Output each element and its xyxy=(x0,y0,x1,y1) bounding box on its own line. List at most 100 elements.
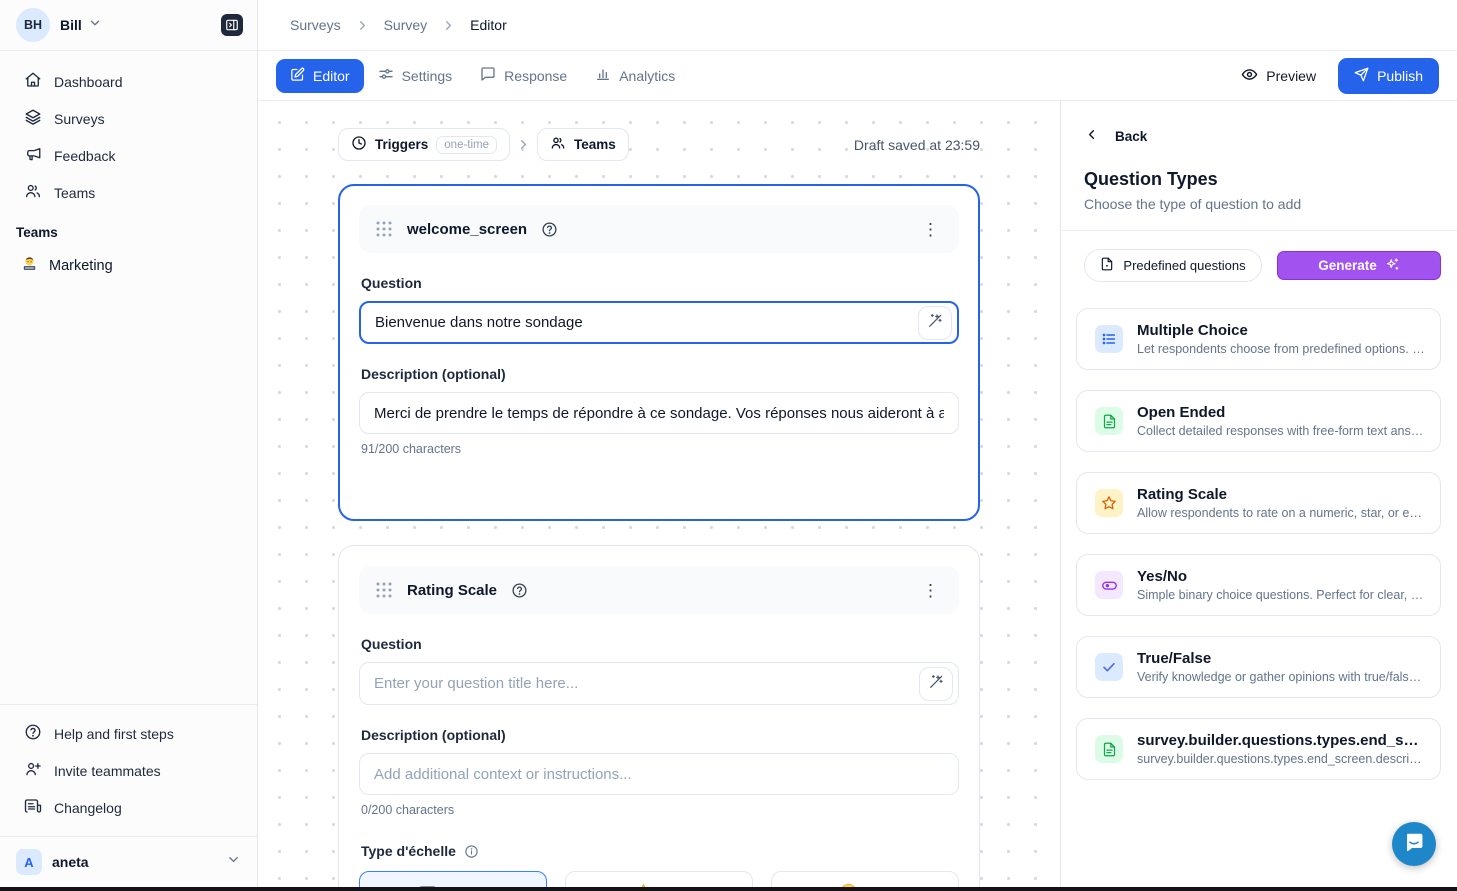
tab-editor[interactable]: Editor xyxy=(276,59,364,93)
card-menu-icon[interactable]: ⋮ xyxy=(918,221,943,238)
ai-rewrite-button[interactable] xyxy=(919,667,953,701)
sidebar-item-changelog[interactable]: Changelog xyxy=(0,789,257,826)
question-type-description: Simple binary choice questions. Perfect … xyxy=(1137,588,1426,602)
breadcrumb-editor: Editor xyxy=(470,17,507,33)
sidebar-item-surveys[interactable]: Surveys xyxy=(0,100,257,137)
canvas-meta-row: Triggers one-time Teams Draft saved at 2… xyxy=(338,128,980,161)
teams-section-header: Teams xyxy=(0,211,257,246)
sidebar-item-team-marketing[interactable]: Marketing xyxy=(0,246,257,285)
question-card-rating-scale[interactable]: Rating Scale ⋮ Question Enter your quest… xyxy=(338,545,980,891)
sidebar-item-feedback[interactable]: Feedback xyxy=(0,137,257,174)
message-icon xyxy=(480,66,496,85)
users-icon xyxy=(24,182,42,203)
toggle-icon xyxy=(1095,571,1123,599)
sliders-icon xyxy=(378,66,394,85)
tab-label: Editor xyxy=(313,68,350,84)
predefined-questions-button[interactable]: Predefined questions xyxy=(1084,249,1262,282)
question-card-header: Rating Scale ⋮ xyxy=(359,566,959,614)
eye-icon xyxy=(1241,66,1258,86)
preview-label: Preview xyxy=(1266,68,1316,84)
question-type-true-false[interactable]: True/False Verify knowledge or gather op… xyxy=(1076,636,1441,698)
teams-chip[interactable]: Teams xyxy=(537,128,629,161)
clock-icon xyxy=(351,135,367,154)
sidebar-nav: Dashboard Surveys Feedback Teams xyxy=(0,51,257,211)
newspaper-icon xyxy=(24,797,42,818)
survey-editor-app: BH Bill Dashboard Surveys Feedback xyxy=(0,0,1457,891)
drag-handle-icon[interactable] xyxy=(375,581,393,599)
question-title-input[interactable]: Bienvenue dans notre sondage xyxy=(359,301,959,344)
question-type-end-screen[interactable]: survey.builder.questions.types.end_scr..… xyxy=(1076,718,1441,780)
team-item-label: Marketing xyxy=(49,258,113,274)
card-menu-icon[interactable]: ⋮ xyxy=(918,582,943,599)
sidebar-item-label: Feedback xyxy=(54,148,115,164)
tab-analytics[interactable]: Analytics xyxy=(581,58,689,93)
list-icon xyxy=(1095,325,1123,353)
teams-chip-label: Teams xyxy=(574,137,616,152)
description-input[interactable]: Add additional context or instructions..… xyxy=(359,753,959,795)
breadcrumb-surveys[interactable]: Surveys xyxy=(290,17,341,33)
sidebar-item-label: Changelog xyxy=(54,800,122,816)
question-type-open-ended[interactable]: Open Ended Collect detailed responses wi… xyxy=(1076,390,1441,452)
home-icon xyxy=(24,71,42,92)
sidebar-item-label: Teams xyxy=(54,185,95,201)
drag-handle-icon[interactable] xyxy=(375,220,393,238)
preview-button[interactable]: Preview xyxy=(1229,58,1328,94)
question-type-description: Let respondents choose from predefined o… xyxy=(1137,342,1426,356)
sidebar-item-label: Invite teammates xyxy=(54,763,161,779)
chat-launcher-button[interactable] xyxy=(1392,822,1436,866)
publish-button[interactable]: Publish xyxy=(1338,58,1439,94)
sidebar-footer-nav: Help and first steps Invite teammates Ch… xyxy=(0,705,257,836)
sidebar-item-help[interactable]: Help and first steps xyxy=(0,715,257,752)
question-type-rating-scale[interactable]: Rating Scale Allow respondents to rate o… xyxy=(1076,472,1441,534)
question-type-multiple-choice[interactable]: Multiple Choice Let respondents choose f… xyxy=(1076,308,1441,370)
back-label: Back xyxy=(1115,129,1147,144)
question-type-name: True/False xyxy=(1137,650,1426,667)
sidebar-spacer xyxy=(0,285,257,704)
sidebar-item-label: Help and first steps xyxy=(54,726,174,742)
generate-button[interactable]: Generate xyxy=(1277,251,1441,280)
question-type-description: Allow respondents to rate on a numeric, … xyxy=(1137,506,1426,520)
question-title-input[interactable]: Enter your question title here... xyxy=(359,662,959,705)
question-card-welcome-screen[interactable]: welcome_screen ⋮ Question Bienvenue dans… xyxy=(338,184,980,521)
panel-actions: Predefined questions Generate xyxy=(1061,231,1457,282)
help-circle-icon[interactable] xyxy=(541,221,558,238)
breadcrumb-survey[interactable]: Survey xyxy=(384,17,428,33)
help-circle-icon xyxy=(24,723,42,744)
description-input[interactable]: Merci de prendre le temps de répondre à … xyxy=(359,392,959,434)
sidebar-item-invite[interactable]: Invite teammates xyxy=(0,752,257,789)
sidebar-item-dashboard[interactable]: Dashboard xyxy=(0,63,257,100)
question-type-description: Collect detailed responses with free-for… xyxy=(1137,424,1426,438)
tab-response[interactable]: Response xyxy=(466,58,581,93)
layers-icon xyxy=(24,108,42,129)
tab-settings[interactable]: Settings xyxy=(364,58,467,93)
users-icon xyxy=(550,135,566,154)
sidebar-item-teams[interactable]: Teams xyxy=(0,174,257,211)
question-field-label: Question xyxy=(361,275,957,291)
question-title-value: Bienvenue dans notre sondage xyxy=(375,314,583,331)
document-icon xyxy=(1095,735,1123,763)
back-button[interactable]: Back xyxy=(1061,101,1457,145)
magic-wand-icon xyxy=(928,674,944,693)
ai-rewrite-button[interactable] xyxy=(918,306,952,340)
publish-label: Publish xyxy=(1377,68,1423,84)
question-type-name: Multiple Choice xyxy=(1137,322,1426,339)
generate-label: Generate xyxy=(1318,258,1377,273)
check-icon xyxy=(1095,653,1123,681)
question-type-yes-no[interactable]: Yes/No Simple binary choice questions. P… xyxy=(1076,554,1441,616)
question-type-name: survey.builder.questions.types.end_scr..… xyxy=(1137,732,1426,749)
breadcrumb: Surveys Survey Editor xyxy=(258,0,1457,51)
workspace-name: Bill xyxy=(60,17,82,33)
triggers-chip-label: Triggers xyxy=(375,137,428,152)
account-menu[interactable]: A aneta xyxy=(0,837,257,891)
collapse-sidebar-button[interactable] xyxy=(221,14,243,36)
document-icon xyxy=(1095,407,1123,435)
megaphone-icon xyxy=(24,145,42,166)
chevron-right-icon xyxy=(355,18,370,33)
predefined-questions-label: Predefined questions xyxy=(1123,258,1245,273)
question-type-list: Multiple Choice Let respondents choose f… xyxy=(1061,282,1457,780)
star-icon xyxy=(1095,489,1123,517)
triggers-chip[interactable]: Triggers one-time xyxy=(338,128,510,161)
help-circle-icon[interactable] xyxy=(511,582,528,599)
scale-type-label: Type d'échelle xyxy=(361,843,957,859)
workspace-switcher[interactable]: BH Bill xyxy=(0,0,257,51)
